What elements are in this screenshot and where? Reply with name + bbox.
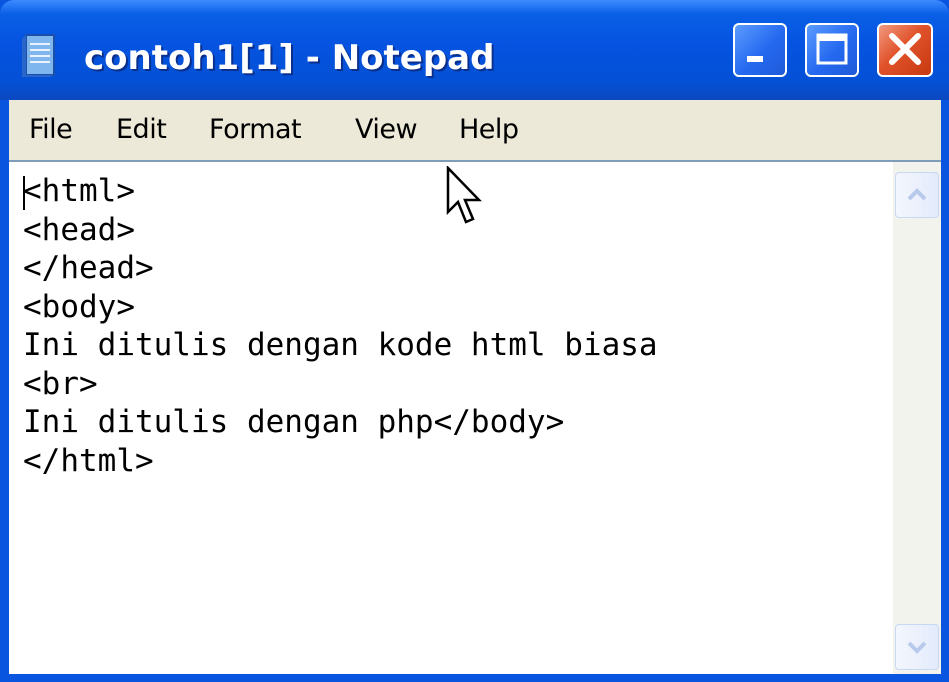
scroll-down-arrow-icon xyxy=(907,641,927,654)
window-title: contoh1[1] - Notepad xyxy=(84,38,495,78)
maximize-button[interactable] xyxy=(805,23,859,77)
scroll-down-button[interactable] xyxy=(895,624,939,670)
title-bar[interactable]: contoh1[1] - Notepad xyxy=(0,0,949,100)
minimize-icon xyxy=(747,56,763,62)
close-icon xyxy=(889,33,921,65)
scroll-up-button[interactable] xyxy=(895,172,939,218)
scroll-up-arrow-icon xyxy=(907,188,927,201)
notepad-icon xyxy=(22,34,55,77)
window-bottom-border xyxy=(0,674,949,682)
text-editor-area[interactable]: <html> <head> </head> <body> Ini ditulis… xyxy=(9,160,941,674)
vertical-scrollbar[interactable] xyxy=(893,162,941,674)
mouse-pointer-icon xyxy=(446,166,482,224)
notepad-window: contoh1[1] - Notepad File Edit Format Vi… xyxy=(0,0,949,682)
menu-file[interactable]: File xyxy=(29,112,73,148)
minimize-button[interactable] xyxy=(733,23,787,77)
close-button[interactable] xyxy=(877,23,933,77)
menu-view[interactable]: View xyxy=(355,112,418,148)
maximize-icon xyxy=(816,33,848,65)
text-caret xyxy=(23,176,25,210)
menu-format[interactable]: Format xyxy=(209,112,302,148)
editor-text[interactable]: <html> <head> </head> <body> Ini ditulis… xyxy=(23,172,883,672)
menu-help[interactable]: Help xyxy=(459,112,519,148)
menu-bar: File Edit Format View Help xyxy=(9,100,941,160)
menu-edit[interactable]: Edit xyxy=(116,112,167,148)
